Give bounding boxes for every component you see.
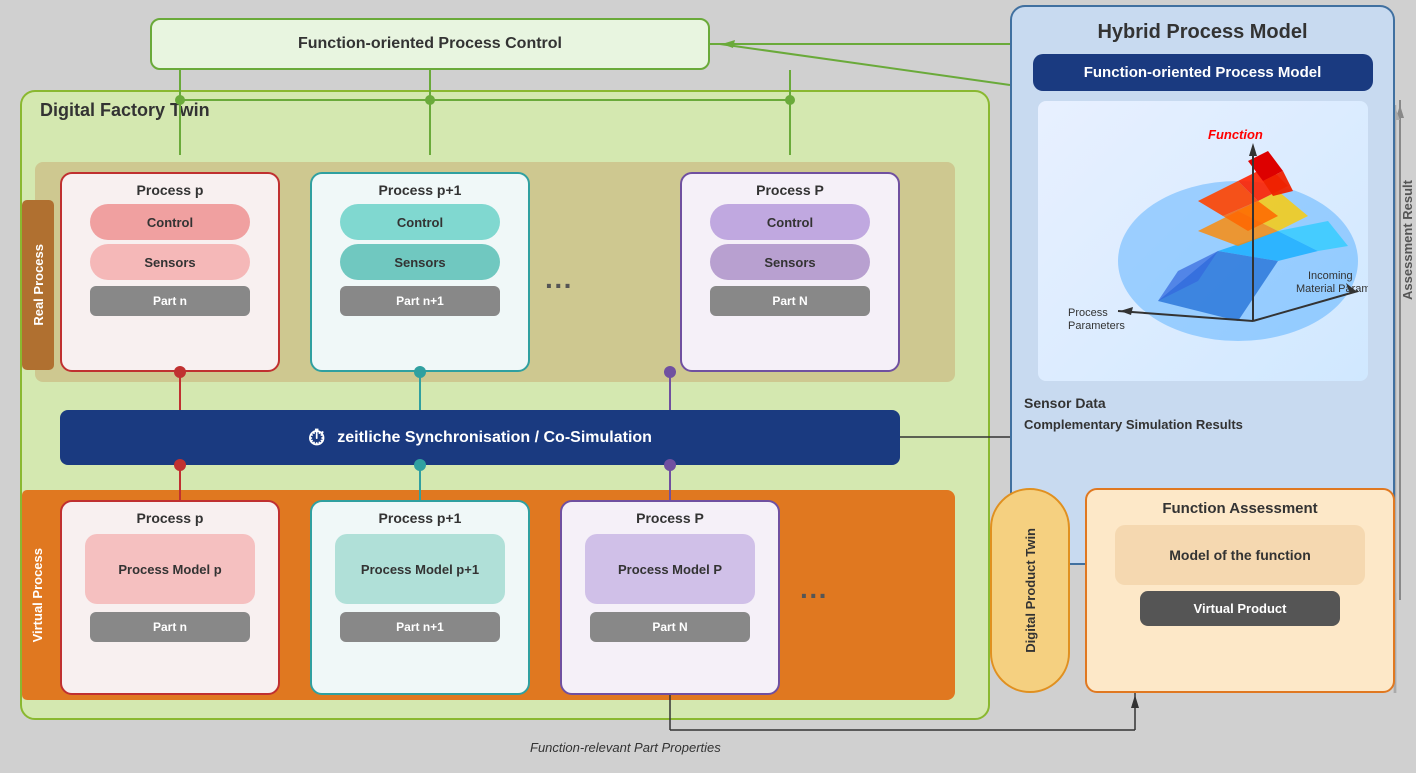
vp-box: Virtual Product: [1140, 591, 1340, 626]
hpm-title: Hybrid Process Model: [1012, 21, 1393, 44]
svg-text:Incoming: Incoming: [1308, 270, 1353, 282]
chart-area: Function Process Parameters Incoming Mat…: [1038, 101, 1368, 381]
process-vp3: Process P Process Model P Part N: [560, 500, 780, 695]
part-rp1: Part n: [90, 286, 250, 316]
part-vp2: Part n+1: [340, 612, 500, 642]
real-process-label: Real Process: [22, 200, 54, 370]
sensors-rp3: Sensors: [710, 244, 870, 280]
process-vp2: Process p+1 Process Model p+1 Part n+1: [310, 500, 530, 695]
dpt-label: Digital Product Twin: [1023, 528, 1038, 653]
cosim-label: zeitliche Synchronisation / Co-Simulatio…: [337, 429, 652, 447]
sensors-rp2: Sensors: [340, 244, 500, 280]
part-rp3: Part N: [710, 286, 870, 316]
dots-real: ···: [545, 270, 573, 302]
process-rp3-title: Process P: [682, 182, 898, 198]
process-vp3-title: Process P: [562, 510, 778, 526]
process-vp1: Process p Process Model p Part n: [60, 500, 280, 695]
fa-container: Function Assessment Model of the functio…: [1085, 488, 1395, 693]
sensors-rp1: Sensors: [90, 244, 250, 280]
process-vp2-title: Process p+1: [312, 510, 528, 526]
motf-pill: Model of the function: [1115, 525, 1365, 585]
frpp-label: Function-relevant Part Properties: [530, 740, 721, 755]
virtual-process-label-container: Virtual Process: [22, 490, 52, 700]
svg-text:Parameters: Parameters: [1068, 320, 1125, 332]
dots-virtual: ···: [800, 580, 828, 612]
comp-sim-label: Complementary Simulation Results: [1012, 415, 1393, 434]
part-vp1: Part n: [90, 612, 250, 642]
fa-title: Function Assessment: [1087, 500, 1393, 517]
dft-label: Digital Factory Twin: [40, 100, 210, 121]
process-rp1-title: Process p: [62, 182, 278, 198]
process-rp3: Process P Control Sensors Part N: [680, 172, 900, 372]
process-rp2: Process p+1 Control Sensors Part n+1: [310, 172, 530, 372]
process-rp1: Process p Control Sensors Part n: [60, 172, 280, 372]
model-vp2: Process Model p+1: [335, 534, 505, 604]
control-rp1: Control: [90, 204, 250, 240]
model-vp1: Process Model p: [85, 534, 255, 604]
clock-icon: ⏱: [308, 425, 325, 451]
fopm-box: Function-oriented Process Model: [1033, 54, 1373, 91]
assessment-result-label: Assessment Result: [1400, 180, 1415, 300]
control-rp2: Control: [340, 204, 500, 240]
svg-text:Material Parameters: Material Parameters: [1296, 283, 1368, 295]
process-vp1-title: Process p: [62, 510, 278, 526]
part-vp3: Part N: [590, 612, 750, 642]
fopc-label: Function-oriented Process Control: [298, 35, 562, 53]
svg-text:Process: Process: [1068, 307, 1108, 319]
model-vp3: Process Model P: [585, 534, 755, 604]
hpm-container: Hybrid Process Model Function-oriented P…: [1010, 5, 1395, 565]
process-rp2-title: Process p+1: [312, 182, 528, 198]
fopm-label: Function-oriented Process Model: [1084, 64, 1322, 81]
dpt-box: Digital Product Twin: [990, 488, 1070, 693]
sensor-data-label: Sensor Data: [1012, 391, 1393, 415]
control-rp3: Control: [710, 204, 870, 240]
part-rp2: Part n+1: [340, 286, 500, 316]
fopc-box: Function-oriented Process Control: [150, 18, 710, 70]
cosim-bar: ⏱ zeitliche Synchronisation / Co-Simulat…: [60, 410, 900, 465]
svg-text:Function: Function: [1208, 127, 1263, 142]
virtual-process-label: Virtual Process: [30, 548, 45, 642]
